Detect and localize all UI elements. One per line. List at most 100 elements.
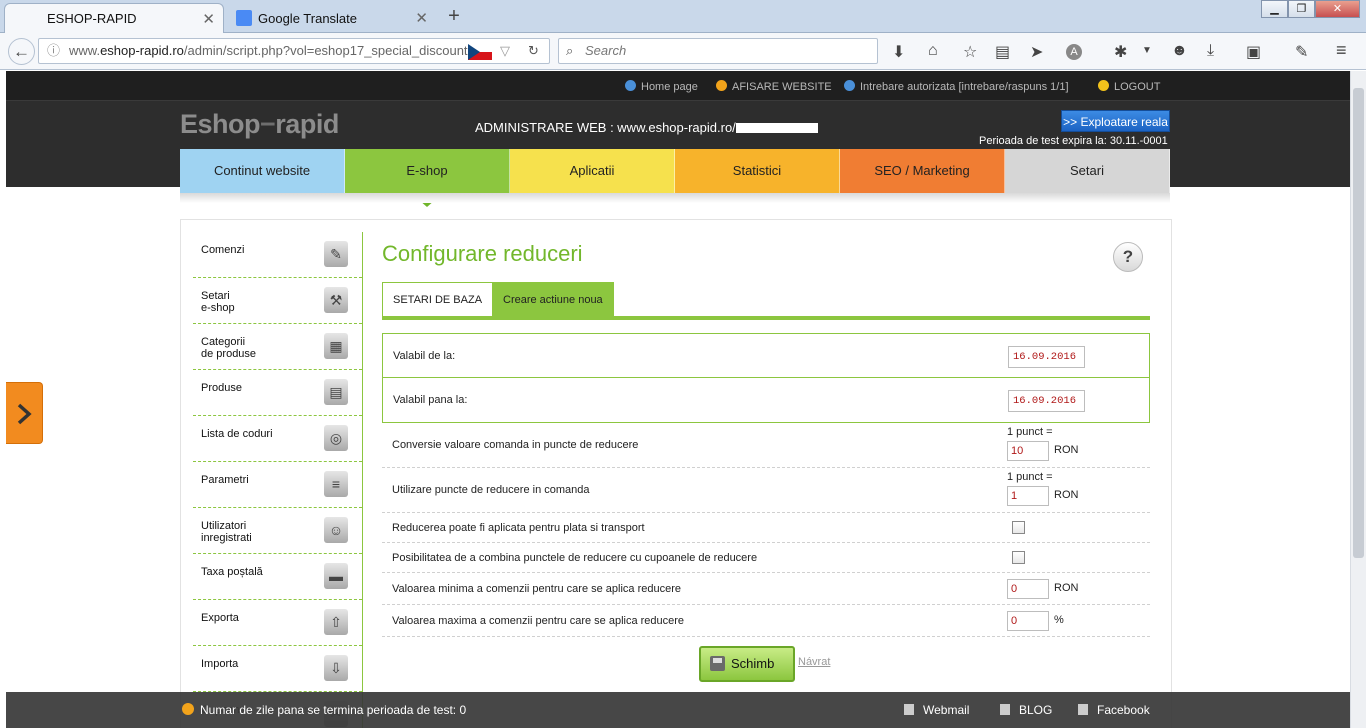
toplink-question[interactable]: Intrebare autorizata [intrebare/raspuns … [844,80,1069,93]
search-placeholder: Search [585,43,627,58]
conversion-label: Conversie valoare comanda in puncte de r… [392,439,639,451]
min-value-input[interactable]: 0 [1007,579,1049,599]
bookmarks-list-icon[interactable]: ▤ [995,42,1010,62]
browser-tab-translate[interactable]: Google Translate ✕ [226,3,436,33]
back-link[interactable]: Návrat [798,656,830,668]
mail-icon [904,704,914,715]
shipping-checkbox[interactable] [1012,521,1025,534]
maximize-window-button[interactable]: ❐ [1288,0,1315,18]
sidebar-item[interactable]: Lista de coduri ◎ [193,416,362,462]
download-manager-icon[interactable]: ⤓ [1207,42,1214,60]
close-tab-icon[interactable]: ✕ [415,9,428,27]
save-button[interactable]: Schimb [699,646,795,682]
max-value-unit: % [1054,614,1064,626]
max-value-input[interactable]: 0 [1007,611,1049,631]
sidebar-item[interactable]: Parametri ≡ [193,462,362,508]
conversion-unit: RON [1054,444,1079,456]
menu-setari[interactable]: Setari [1005,149,1170,193]
search-input[interactable]: ⌕ Search [558,38,878,64]
min-value-label: Valoarea minima a comenzii pentru care s… [392,582,681,595]
sidebar-item[interactable]: Comenzi ✎ [193,232,362,278]
usage-row: Utilizare puncte de reducere in comanda … [382,468,1150,513]
side-panel-toggle[interactable] [6,382,43,444]
new-tab-button[interactable]: + [444,3,464,29]
admin-title-text: ADMINISTRARE WEB : www.eshop-rapid.ro/ [475,120,736,135]
tab-creare-actiune-noua[interactable]: Creare actiune noua [492,282,614,316]
logo[interactable]: Eshop−rapid [180,109,339,140]
conversion-input[interactable]: 10 [1007,441,1049,461]
sidebar-item[interactable]: Setari e-shop ⚒ [193,278,362,324]
notes-icon[interactable]: ✎ [1295,42,1308,62]
redacted-mask [735,123,818,133]
download-icon[interactable]: ⬇ [892,42,905,62]
admin-title: ADMINISTRARE WEB : www.eshop-rapid.ro/ [475,120,818,135]
conversion-prefix: 1 punct = [1007,426,1053,438]
toplink-label: AFISARE WEBSITE [732,81,832,93]
combine-row: Posibilitatea de a combina punctele de r… [382,543,1150,573]
tabs: SETARI DE BAZA Creare actiune noua [382,282,1150,320]
browser-tab-eshop[interactable]: ESHOP-RAPID ✕ [4,3,224,33]
back-arrow-icon[interactable]: ← [8,38,35,65]
toplink-logout[interactable]: LOGOUT [1098,80,1160,93]
trial-days-message: Numar de zile pana se termina perioada d… [200,703,467,717]
home-icon[interactable]: ⌂ [928,42,938,60]
menu-e-shop[interactable]: E-shop [345,149,510,207]
page-scrollbar[interactable] [1350,71,1366,728]
tab-title: Google Translate [258,10,358,26]
czech-flag-icon[interactable] [468,44,492,60]
footer-link-webmail[interactable]: Webmail [904,703,969,717]
sidebar-item[interactable]: Utilizatori inregistrati ☺ [193,508,362,554]
combine-label: Posibilitatea de a combina punctele de r… [392,551,758,564]
max-value-row: Valoarea maxima a comenzii pentru care s… [382,605,1150,637]
sidebar-item[interactable]: Categorii de produse ▦ [193,324,362,370]
toplink-website[interactable]: AFISARE WEBSITE [716,80,832,93]
url-path: /admin/script.php?vol=eshop17_special_di… [183,43,490,58]
sidebar: Comenzi ✎ Setari e-shop ⚒ Categorii de produse… [193,232,363,728]
footer-link-label: Facebook [1097,703,1150,717]
valid-to-input[interactable]: 16.09.2016 [1008,390,1085,412]
clock-icon [182,703,194,715]
usage-input[interactable]: 1 [1007,486,1049,506]
smiley-icon[interactable]: ☻ [1171,42,1188,60]
extension-icon[interactable]: ✱ [1114,42,1127,62]
adblock-icon[interactable]: A [1066,44,1082,60]
send-icon[interactable]: ➤ [1030,42,1043,62]
url-bar[interactable]: ⓘ www.eshop-rapid.ro/admin/script.php?vol… [38,38,550,64]
dropdown-arrow-icon[interactable]: ▼ [1142,45,1152,56]
menu-seo-marketing[interactable]: SEO / Marketing [840,149,1005,193]
tools-icon: ⚒ [324,287,348,313]
valid-from-input[interactable]: 16.09.2016 [1008,346,1085,368]
tab-setari-de-baza[interactable]: SETARI DE BAZA [382,282,494,316]
sidebar-item[interactable]: Produse ▤ [193,370,362,416]
help-button[interactable]: ? [1113,242,1143,272]
menu-icon[interactable]: ≡ [1336,40,1347,61]
sidebar-item[interactable]: Exporta ⇧ [193,600,362,646]
reload-icon[interactable]: ↻ [528,39,539,63]
screenshot-icon[interactable]: ▣ [1246,42,1261,62]
usage-prefix: 1 punct = [1007,471,1053,483]
minimize-window-button[interactable]: ▁ [1261,0,1288,18]
footer-link-label: BLOG [1019,703,1053,717]
close-window-button[interactable]: ✕ [1315,0,1360,18]
scrollbar-thumb[interactable] [1353,88,1364,558]
clipboard-icon: ✎ [324,241,348,267]
discount-form: Valabil de la: 16.09.2016 Valabil pana l… [382,333,1150,637]
menu-aplicatii[interactable]: Aplicatii [510,149,675,193]
sidebar-item[interactable]: Taxa poștală ▬ [193,554,362,600]
footer-link-blog[interactable]: BLOG [1000,703,1052,717]
valid-to-row: Valabil pana la: 16.09.2016 [382,378,1150,423]
lock-icon [1098,80,1109,91]
menu-continut-website[interactable]: Continut website [180,149,345,193]
close-tab-icon[interactable]: ✕ [202,10,215,28]
dropdown-arrow-icon[interactable]: ▽ [500,39,510,63]
bookmark-star-icon[interactable]: ☆ [963,42,977,62]
footer-link-facebook[interactable]: Facebook [1078,703,1150,717]
upload-icon: ⇧ [324,609,348,635]
menu-statistici[interactable]: Statistici [675,149,840,193]
sidebar-item[interactable]: Importa ⇩ [193,646,362,692]
sun-icon [716,80,727,91]
combine-checkbox[interactable] [1012,551,1025,564]
toplink-home[interactable]: Home page [625,80,698,93]
info-icon [625,80,636,91]
exploatare-reala-button[interactable]: >> Exploatare reala [1061,110,1170,132]
